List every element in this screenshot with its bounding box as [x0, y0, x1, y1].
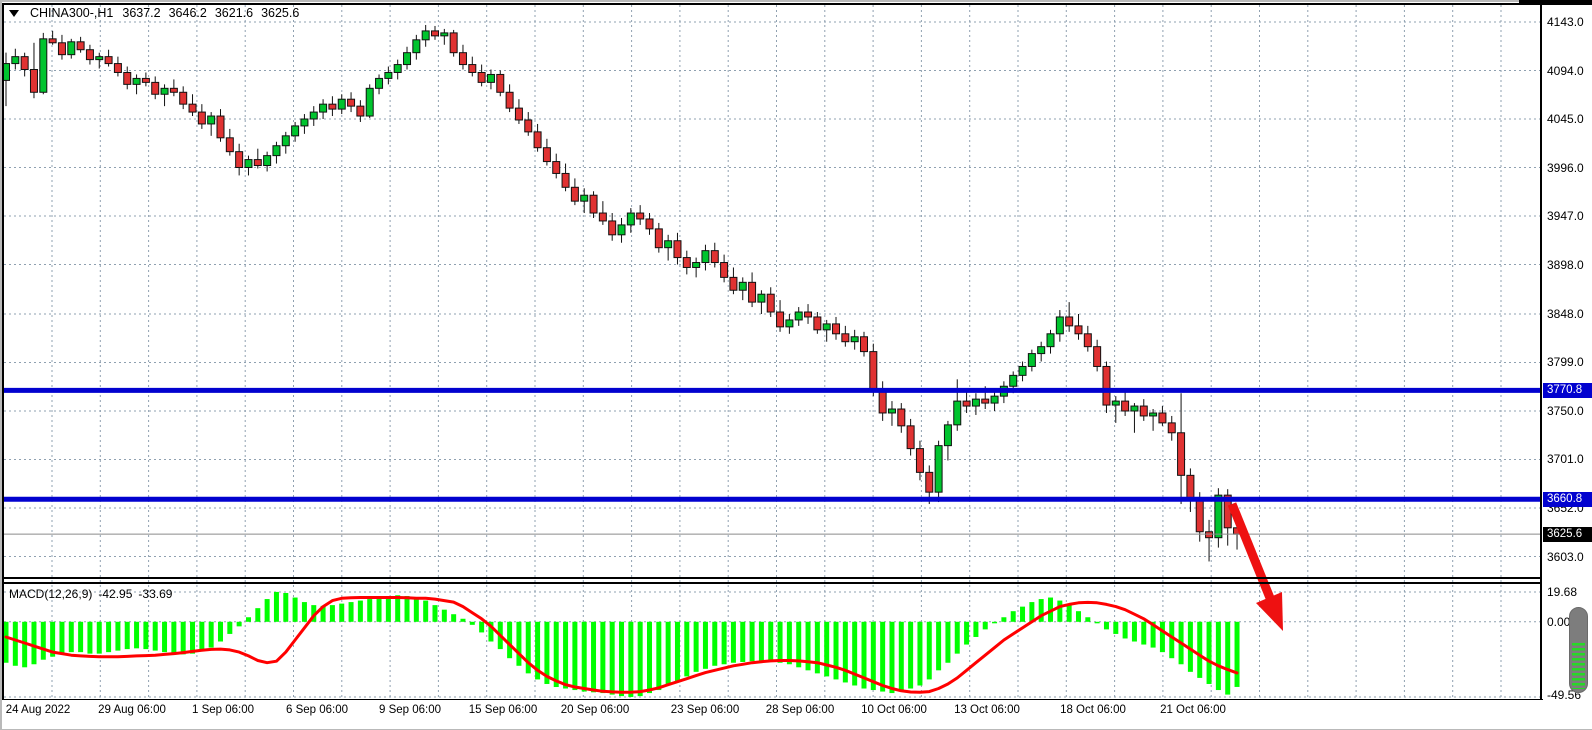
macd-signal-value: -33.69: [138, 587, 172, 601]
macd-name: MACD(12,26,9): [9, 587, 92, 601]
time-axis-label: 9 Sep 06:00: [379, 704, 441, 716]
price-axis-label: 3603.0: [1547, 550, 1584, 564]
scrollbar-stripes: [1572, 643, 1585, 689]
macd-histogram-layer: [4, 592, 1240, 697]
chart-top-border: [2, 3, 1592, 5]
time-axis-label: 1 Sep 06:00: [192, 704, 254, 716]
time-axis-label: 15 Sep 06:00: [469, 704, 537, 716]
trend-arrow-annotation[interactable]: [1232, 504, 1283, 631]
horizontal-lines-layer[interactable]: [4, 390, 1541, 499]
macd-indicator-label: MACD(12,26,9) -42.95 -33.69: [9, 587, 172, 601]
time-axis-label: 21 Oct 06:00: [1160, 704, 1226, 716]
symbol-name: CHINA300-,H1: [30, 6, 113, 20]
macd-axis-label: 19.68: [1547, 585, 1577, 599]
ohlc-open: 3637.2: [122, 6, 160, 20]
price-axis-label: 3701.0: [1547, 452, 1584, 466]
time-axis-label: 23 Sep 06:00: [671, 704, 739, 716]
time-axis-label: 20 Sep 06:00: [561, 704, 629, 716]
ohlc-close: 3625.6: [261, 6, 299, 20]
time-axis-label: 29 Aug 06:00: [98, 704, 166, 716]
price-axis-label: 3750.0: [1547, 404, 1584, 418]
macd-axis-label: 0.00: [1547, 615, 1570, 629]
time-axis-label: 6 Sep 06:00: [286, 704, 348, 716]
chart-right-border: [1540, 3, 1542, 700]
scrollbar-thumb[interactable]: [1569, 607, 1588, 693]
time-axis-label: 18 Oct 06:00: [1060, 704, 1126, 716]
time-axis-label: 28 Sep 06:00: [766, 704, 834, 716]
gridlines-layer: [4, 5, 1541, 698]
price-axis-label: 3848.0: [1547, 307, 1584, 321]
panel-separator-top[interactable]: [2, 577, 1541, 579]
last-price-tag: 3625.6: [1543, 527, 1592, 542]
time-axis-label: 24 Aug 2022: [6, 704, 71, 716]
candlestick-layer: [3, 25, 1241, 561]
price-axis-label: 3799.0: [1547, 355, 1584, 369]
price-axis-label: 3996.0: [1547, 161, 1584, 175]
resistance-price-tag: 3770.8: [1543, 383, 1592, 398]
macd-value: -42.95: [98, 587, 132, 601]
chart-title-bar: CHINA300-,H1 3637.2 3646.2 3621.6 3625.6: [9, 6, 299, 20]
price-axis-label: 4143.0: [1547, 15, 1584, 29]
time-axis-label: 10 Oct 06:00: [861, 704, 927, 716]
symbol-dropdown-icon[interactable]: [9, 10, 19, 17]
chart-left-border: [2, 3, 4, 700]
ohlc-low: 3621.6: [215, 6, 253, 20]
time-axis-label: 13 Oct 06:00: [954, 704, 1020, 716]
mt4-chart-window: CHINA300-,H1 3637.2 3646.2 3621.6 3625.6…: [0, 0, 1592, 730]
price-axis-label: 3898.0: [1547, 258, 1584, 272]
support-price-tag: 3660.8: [1543, 492, 1592, 507]
window-top-edge: [0, 0, 1592, 2]
chart-canvas[interactable]: [0, 0, 1592, 730]
price-axis-label: 3947.0: [1547, 209, 1584, 223]
price-axis-label: 4045.0: [1547, 112, 1584, 126]
chart-bottom-border: [2, 699, 1543, 701]
price-axis-label: 4094.0: [1547, 64, 1584, 78]
panel-separator-bottom[interactable]: [2, 582, 1541, 584]
top-right-accent: [1519, 0, 1592, 5]
ohlc-high: 3646.2: [169, 6, 207, 20]
